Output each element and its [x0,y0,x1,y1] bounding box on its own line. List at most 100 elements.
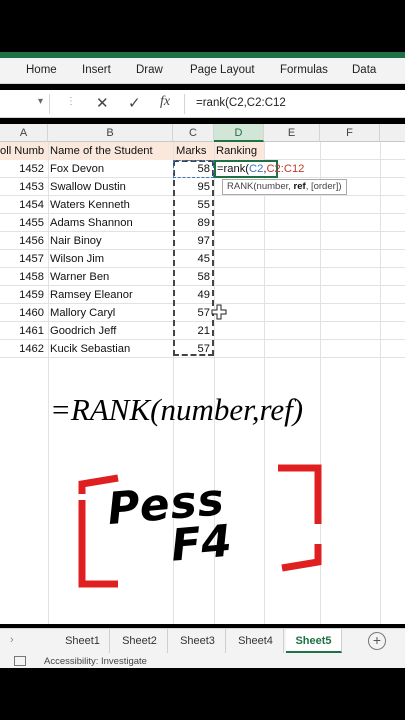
tab-home[interactable]: Home [26,64,57,76]
roll-cell[interactable]: 1461 [0,322,48,340]
name-cell[interactable]: Kucik Sebastian [48,340,173,358]
column-header-f[interactable]: F [320,124,380,142]
table-row: 1462 Kucik Sebastian 57 [0,340,405,358]
roll-cell[interactable]: 1458 [0,268,48,286]
sheet-tab-5[interactable]: Sheet5 [286,629,342,653]
ready-icon [14,656,26,666]
sheet-tab-1[interactable]: Sheet1 [56,629,110,653]
marks-cell[interactable]: 21 [173,322,214,340]
header-row: oll Numb Name of the Student Marks Ranki… [0,142,405,160]
add-sheet-icon[interactable]: + [368,632,386,650]
header-roll[interactable]: oll Numb [0,142,48,160]
name-cell[interactable]: Fox Devon [48,160,173,178]
tab-formulas[interactable]: Formulas [280,64,328,76]
sheet-tab-bar: › Sheet1 Sheet2 Sheet3 Sheet4 Sheet5 + [0,628,405,654]
table-row: 1458 Warner Ben 58 [0,268,405,286]
grid-line [48,142,49,624]
column-header-c[interactable]: C [173,124,214,142]
cell-select-cursor-icon [211,304,227,320]
top-black-bar [0,0,405,58]
marks-cell[interactable]: 58 [173,160,214,178]
roll-cell[interactable]: 1453 [0,178,48,196]
column-header-g[interactable] [380,124,405,142]
header-ranking[interactable]: Ranking [214,142,264,160]
sheet-tab-4[interactable]: Sheet4 [228,629,284,653]
table-row: 1457 Wilson Jim 45 [0,250,405,268]
marks-cell[interactable]: 97 [173,232,214,250]
sheet-tab-3[interactable]: Sheet3 [170,629,226,653]
marks-cell[interactable]: 57 [173,340,214,358]
header-name[interactable]: Name of the Student [48,142,173,160]
more-icon[interactable]: ⋮ [66,96,77,107]
roll-cell[interactable]: 1462 [0,340,48,358]
tab-data[interactable]: Data [352,64,376,76]
status-bar: Accessibility: Investigate [0,654,405,668]
name-box[interactable]: ▾ [0,94,50,114]
roll-cell[interactable]: 1456 [0,232,48,250]
press-f4-overlay: Pess F4 [78,464,322,588]
grid-line [380,142,381,624]
roll-cell[interactable]: 1455 [0,214,48,232]
marks-cell[interactable]: 49 [173,286,214,304]
tooltip-rest: , [order]) [305,181,342,192]
marks-cell[interactable]: 95 [173,178,214,196]
formula-divider [184,94,185,114]
formula-ref-range: C2:C12 [266,163,305,175]
marks-cell[interactable]: 45 [173,250,214,268]
cancel-icon[interactable]: ✕ [96,94,109,112]
name-cell[interactable]: Adams Shannon [48,214,173,232]
name-cell[interactable]: Wilson Jim [48,250,173,268]
enter-icon[interactable]: ✓ [128,94,141,112]
roll-cell[interactable]: 1459 [0,286,48,304]
roll-cell[interactable]: 1452 [0,160,48,178]
roll-cell[interactable]: 1457 [0,250,48,268]
column-header-a[interactable]: A [0,124,48,142]
sheet-tab-2[interactable]: Sheet2 [112,629,168,653]
formula-bar: ▾ ⋮ ✕ ✓ fx =rank(C2,C2:C12 [0,90,405,118]
table-row: 1452 Fox Devon 58 [0,160,405,178]
chevron-down-icon[interactable]: ▾ [38,96,43,107]
bottom-black-bar [0,668,405,720]
table-row: 1454 Waters Kenneth 55 [0,196,405,214]
formula-ref-number: C2 [249,163,264,175]
column-header-e[interactable]: E [264,124,320,142]
tab-page-layout[interactable]: Page Layout [190,64,255,76]
name-cell[interactable]: Nair Binoy [48,232,173,250]
marks-cell[interactable]: 57 [173,304,214,322]
name-cell[interactable]: Warner Ben [48,268,173,286]
table-row: 1459 Ramsey Eleanor 49 [0,286,405,304]
marks-cell[interactable]: 89 [173,214,214,232]
roll-cell[interactable]: 1460 [0,304,48,322]
scroll-tabs-icon[interactable]: › [10,634,14,646]
name-cell[interactable]: Goodrich Jeff [48,322,173,340]
formula-caption: =RANK(number,ref) [50,392,304,427]
tab-insert[interactable]: Insert [82,64,111,76]
roll-cell[interactable]: 1454 [0,196,48,214]
press-line-2: F4 [168,515,234,572]
table-row: 1460 Mallory Caryl 57 [0,304,405,322]
fx-icon[interactable]: fx [160,94,170,110]
column-header-b[interactable]: B [48,124,173,142]
column-header-d[interactable]: D [214,124,264,142]
worksheet-grid[interactable]: A B C D E F oll Numb Name of the Student… [0,124,405,624]
header-marks[interactable]: Marks [173,142,214,160]
marks-cell[interactable]: 58 [173,268,214,286]
name-cell[interactable]: Mallory Caryl [48,304,173,322]
table-row: 1456 Nair Binoy 97 [0,232,405,250]
function-tooltip: RANK(number, ref, [order]) [222,179,347,195]
name-cell[interactable]: Waters Kenneth [48,196,173,214]
formula-input[interactable]: =rank(C2,C2:C12 [196,97,286,109]
active-cell-editor[interactable]: =rank(C2,C2:C12 [214,160,304,178]
table-row: 1461 Goodrich Jeff 21 [0,322,405,340]
tab-draw[interactable]: Draw [136,64,163,76]
name-cell[interactable]: Ramsey Eleanor [48,286,173,304]
accessibility-status[interactable]: Accessibility: Investigate [44,656,147,667]
ribbon-tabs: Home Insert Draw Page Layout Formulas Da… [0,58,405,84]
formula-prefix: =rank( [217,163,250,175]
marks-cell[interactable]: 55 [173,196,214,214]
tooltip-function: RANK(number, [227,181,294,192]
active-cell-text: =rank(C2,C2:C12 [217,162,304,177]
tooltip-current-arg: ref [293,181,306,192]
table-row: 1455 Adams Shannon 89 [0,214,405,232]
name-cell[interactable]: Swallow Dustin [48,178,173,196]
